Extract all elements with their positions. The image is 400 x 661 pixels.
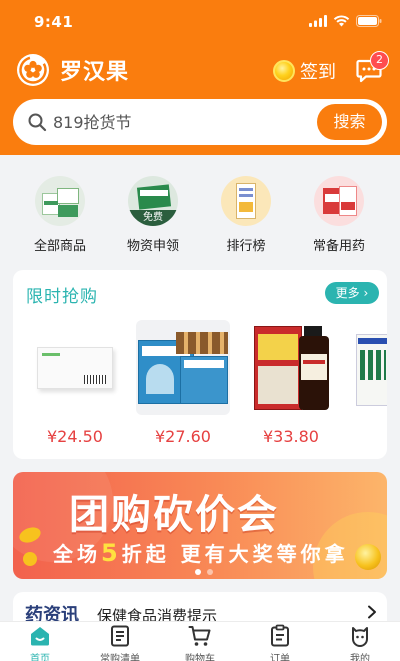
- flash-product-4[interactable]: ¥3: [352, 320, 387, 446]
- search-button[interactable]: 搜索: [317, 104, 382, 140]
- flash-product-1[interactable]: ¥24.50: [28, 320, 122, 446]
- brand: 罗汉果: [16, 52, 129, 88]
- tab-home[interactable]: 首页: [0, 624, 80, 661]
- tab-frequent-list[interactable]: 常购清单: [80, 624, 160, 661]
- checkin-label: 签到: [300, 62, 336, 83]
- daily-medicine-icon: [314, 176, 364, 226]
- banner-subtitle: 全场5折起 更有大奖等你拿: [53, 538, 349, 567]
- search-icon: [28, 113, 47, 132]
- tab-label: 首页: [30, 654, 50, 661]
- profile-icon: [352, 627, 368, 647]
- status-icons: [309, 15, 382, 27]
- signal-icon: [309, 15, 327, 27]
- product-image: [136, 320, 230, 415]
- more-label: 更多: [335, 286, 360, 300]
- medicine-boxes-icon: [35, 176, 85, 226]
- flash-sale-more-button[interactable]: 更多 ›: [325, 282, 379, 304]
- chevron-right-icon: ›: [359, 286, 369, 300]
- banner-discount-number: 5: [101, 539, 122, 567]
- flash-product-2[interactable]: ¥27.60: [136, 320, 230, 446]
- free-medicine-icon: 免费: [128, 176, 178, 226]
- coin-icon: [273, 60, 295, 82]
- battery-icon: [356, 15, 382, 27]
- free-badge: 免费: [128, 210, 178, 226]
- cart-icon: [188, 626, 211, 646]
- tab-orders[interactable]: 订单: [240, 624, 320, 661]
- message-badge: 2: [370, 51, 389, 70]
- bottom-tab-bar: 首页 常购清单 购物车 订单 我的: [0, 621, 400, 661]
- category-label: 排行榜: [226, 239, 266, 254]
- flash-product-3[interactable]: ¥33.80: [244, 320, 338, 446]
- product-price: ¥24.50: [47, 427, 103, 446]
- group-buy-banner[interactable]: 团购砍价会 全场5折起 更有大奖等你拿: [13, 472, 387, 579]
- banner-subtitle-suffix: 折起 更有大奖等你拿: [121, 542, 349, 566]
- luohanguo-logo-icon: [17, 54, 49, 86]
- status-time: 9:41: [34, 13, 74, 31]
- search-input[interactable]: [53, 107, 313, 137]
- category-all-products[interactable]: 全部商品: [15, 172, 105, 254]
- header: 9:41 罗汉果 签到 2 搜索: [0, 0, 400, 155]
- product-price: ¥3: [352, 427, 387, 446]
- product-image: [244, 320, 338, 415]
- flash-sale-title: 限时抢购: [26, 287, 98, 307]
- chevron-right-icon: [368, 605, 376, 619]
- product-price: ¥27.60: [155, 427, 211, 446]
- status-bar: 9:41: [0, 0, 400, 44]
- category-label: 常备用药: [312, 239, 365, 254]
- carousel-dot: [207, 569, 213, 575]
- product-price: ¥33.80: [263, 427, 319, 446]
- tab-label: 我的: [350, 654, 370, 661]
- ranking-box-icon: [221, 176, 271, 226]
- search-bar: 搜索: [13, 99, 387, 145]
- checkin-button[interactable]: 签到: [273, 57, 336, 85]
- category-label: 全部商品: [33, 239, 86, 254]
- list-icon: [111, 625, 129, 647]
- category-ranking[interactable]: 排行榜: [201, 172, 291, 254]
- product-image: [352, 320, 387, 415]
- tab-cart[interactable]: 购物车: [160, 624, 240, 661]
- tab-label: 常购清单: [100, 654, 140, 661]
- tab-label: 购物车: [185, 654, 215, 661]
- banner-title: 团购砍价会: [69, 492, 279, 538]
- category-daily-medicine[interactable]: 常备用药: [294, 172, 384, 254]
- tab-label: 订单: [270, 654, 290, 661]
- category-row: 全部商品 免费 物资申领 排行榜 常备用药: [0, 172, 400, 254]
- category-label: 物资申领: [126, 239, 179, 254]
- category-material-claim[interactable]: 免费 物资申领: [108, 172, 198, 254]
- product-image: [28, 320, 122, 415]
- wifi-icon: [333, 15, 350, 27]
- order-icon: [271, 624, 289, 647]
- flash-sale-card: 限时抢购 更多 › ¥24.50 ¥27.60 ¥33.80: [13, 270, 387, 459]
- carousel-dot-active: [195, 569, 201, 575]
- tab-profile[interactable]: 我的: [320, 624, 400, 661]
- banner-subtitle-prefix: 全场: [53, 542, 101, 566]
- home-icon: [31, 627, 49, 646]
- brand-name: 罗汉果: [60, 60, 130, 85]
